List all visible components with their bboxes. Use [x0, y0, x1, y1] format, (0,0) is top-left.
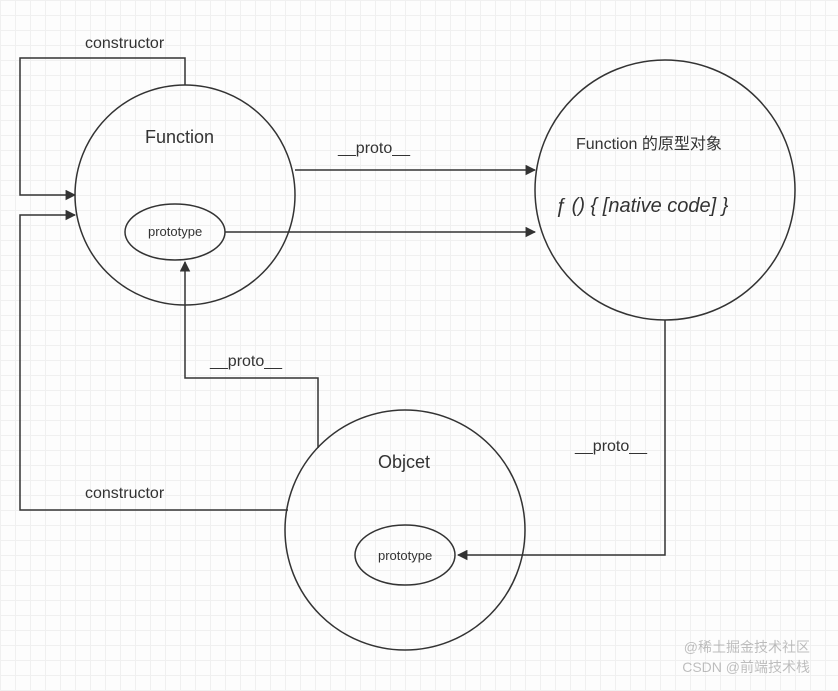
function-prototype-label: prototype	[148, 224, 202, 239]
edge-label-proto-top: __proto__	[338, 140, 410, 158]
function-proto-object-node	[535, 60, 795, 320]
object-label: Objcet	[378, 452, 430, 473]
funcproto-label2: ƒ () { [native code] }	[555, 195, 728, 218]
object-prototype-label: prototype	[378, 548, 432, 563]
edge-label-proto-mid: __proto__	[210, 353, 282, 371]
function-label: Function	[145, 127, 214, 148]
edge-label-constructor-top: constructor	[85, 35, 164, 53]
funcproto-label1: Function 的原型对象	[576, 130, 722, 154]
watermark-2: CSDN @前端技术栈	[682, 657, 810, 677]
watermark-1: @稀土掘金技术社区	[684, 637, 810, 657]
edge-label-proto-right: __proto__	[575, 438, 647, 456]
diagram-canvas	[0, 0, 838, 691]
object-node	[285, 410, 525, 650]
edge-label-constructor-bottom: constructor	[85, 485, 164, 503]
